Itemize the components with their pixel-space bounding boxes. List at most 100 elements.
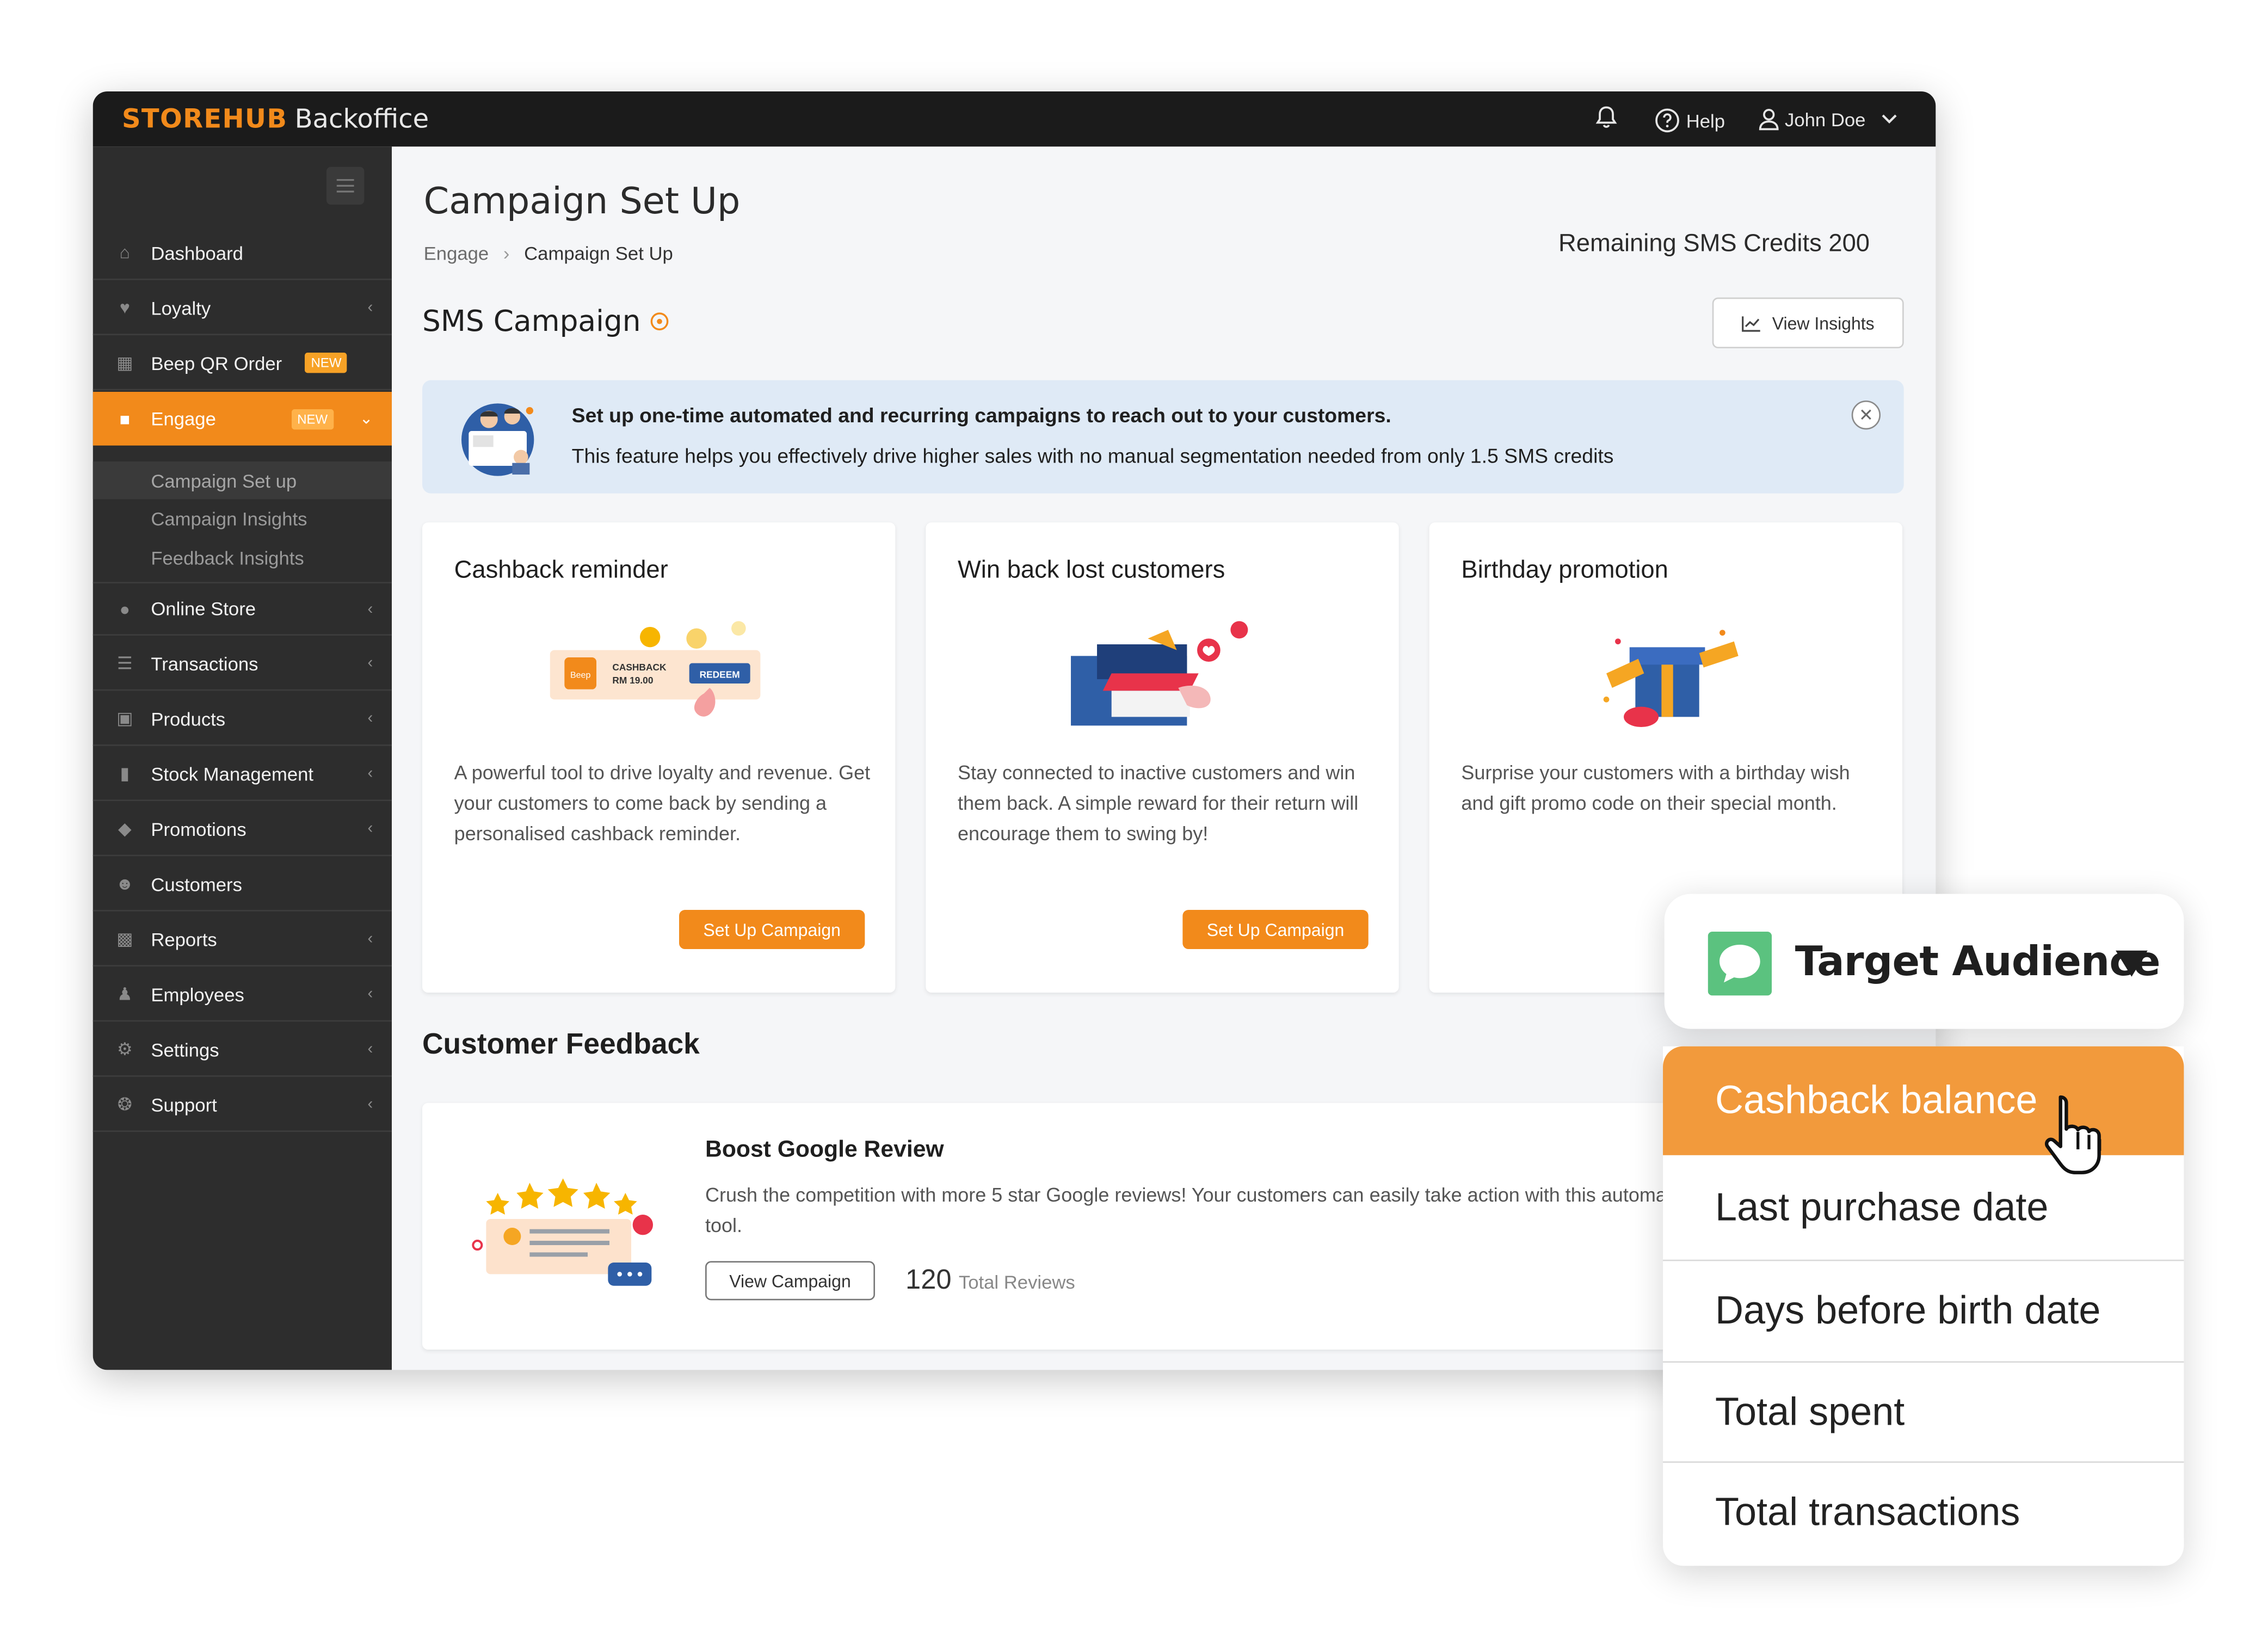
sidebar-item-products[interactable]: ▣ Products ‹: [93, 692, 392, 746]
sidebar-item-reports[interactable]: ▩ Reports ‹: [93, 913, 392, 967]
help-link[interactable]: Help: [1654, 107, 1725, 133]
barcode-icon: ▮: [120, 763, 130, 784]
sidebar-item-label: Employees: [151, 983, 244, 1005]
customer-feedback-heading: Customer Feedback: [422, 1029, 700, 1061]
card-title: Win back lost customers: [958, 556, 1225, 584]
sidebar-item-label: Settings: [151, 1038, 219, 1061]
banner-title: Set up one-time automated and recurring …: [571, 403, 1391, 427]
sidebar-item-dashboard[interactable]: ⌂ Dashboard: [93, 226, 392, 280]
breadcrumb-chevron-icon: ›: [503, 242, 510, 264]
sidebar-item-label: Transactions: [151, 652, 258, 674]
sidebar-item-settings[interactable]: ⚙ Settings ‹: [93, 1023, 392, 1077]
chevron-left-icon: ‹: [367, 654, 373, 672]
storehub-logo[interactable]: STOREHUB Backoffice: [122, 104, 429, 135]
chevron-left-icon: ‹: [367, 299, 373, 317]
sidebar-item-engage[interactable]: ■ Engage NEW ⌄: [93, 392, 392, 446]
breadcrumb-engage[interactable]: Engage: [424, 242, 489, 264]
review-count-label: Total Reviews: [958, 1271, 1075, 1294]
chevron-left-icon: ‹: [367, 820, 373, 838]
sidebar: ⌂ Dashboard ♥ Loyalty ‹ ▦ Beep QR Order NEW ■…: [93, 146, 392, 1370]
chevron-left-icon: ‹: [367, 930, 373, 948]
sidebar-item-employees[interactable]: ♟ Employees ‹: [93, 968, 392, 1022]
sidebar-item-transactions[interactable]: ☰ Transactions ‹: [93, 637, 392, 691]
sidebar-item-label: Reports: [151, 928, 217, 950]
sidebar-item-online-store[interactable]: ● Online Store ‹: [93, 582, 392, 636]
review-count: 120: [905, 1265, 952, 1296]
card-description: Surprise your customers with a birthday …: [1461, 762, 1850, 815]
sidebar-item-label: Support: [151, 1093, 217, 1116]
total-reviews: 120 Total Reviews: [905, 1265, 1075, 1297]
notification-bell-icon[interactable]: [1595, 104, 1618, 131]
feedback-description: Crush the competition with more 5 star G…: [705, 1184, 1694, 1237]
svg-text:REDEEM: REDEEM: [700, 669, 740, 680]
chevron-down-icon: ⌄: [359, 410, 373, 428]
person-icon: ♟: [116, 984, 133, 1005]
sms-campaign-title: SMS Campaign: [422, 303, 641, 338]
gift-illustration-icon: [1603, 630, 1739, 728]
view-campaign-button[interactable]: View Campaign: [705, 1261, 876, 1301]
feedback-title: Boost Google Review: [705, 1137, 944, 1163]
logo-text: STOREHUB: [122, 104, 288, 136]
set-up-campaign-button[interactable]: Set Up Campaign: [679, 910, 865, 950]
page-title: Campaign Set Up: [423, 180, 741, 223]
cashback-illustration-icon: Beep CASHBACK RM 19.00 REDEEM: [550, 621, 761, 717]
heart-icon: ♥: [119, 297, 130, 318]
set-up-campaign-button[interactable]: Set Up Campaign: [1182, 910, 1369, 950]
review-illustration-icon: [472, 1178, 654, 1286]
chevron-left-icon: ‹: [367, 1095, 373, 1113]
line-chart-icon: [1742, 316, 1761, 331]
info-icon[interactable]: [650, 311, 669, 330]
view-insights-label: View Insights: [1772, 312, 1875, 334]
submenu-feedback-insights[interactable]: Feedback Insights: [93, 538, 392, 576]
users-icon: ☻: [115, 873, 134, 894]
sidebar-item-label: Engage: [151, 408, 216, 430]
sidebar-item-promotions[interactable]: ◆ Promotions ‹: [93, 803, 392, 857]
close-icon[interactable]: ✕: [1851, 401, 1881, 430]
team-illustration-icon: [461, 403, 534, 476]
sidebar-item-label: Products: [151, 707, 226, 730]
storefront-illustration-icon: [1071, 621, 1248, 726]
sidebar-item-label: Stock Management: [151, 762, 314, 785]
sidebar-item-label: Beep QR Order: [151, 352, 282, 374]
user-name: John Doe: [1785, 108, 1866, 130]
option-days-before-birth-date[interactable]: Days before birth date: [1663, 1261, 2184, 1363]
user-icon: [1759, 109, 1779, 131]
info-banner: Set up one-time automated and recurring …: [422, 380, 1904, 494]
breadcrumb-current: Campaign Set Up: [524, 242, 673, 264]
chat-icon: ■: [119, 408, 131, 429]
option-total-spent[interactable]: Total spent: [1663, 1363, 2184, 1463]
menu-toggle-icon[interactable]: [326, 167, 365, 205]
win-back-card: Win back lost customers Stay connected t…: [926, 522, 1399, 993]
sidebar-item-label: Dashboard: [151, 242, 243, 264]
submenu-campaign-insights[interactable]: Campaign Insights: [93, 499, 392, 537]
view-insights-button[interactable]: View Insights: [1712, 297, 1904, 349]
sidebar-item-loyalty[interactable]: ♥ Loyalty ‹: [93, 281, 392, 336]
gear-icon: ⚙: [116, 1039, 133, 1060]
cashback-reminder-card: Cashback reminder Beep CASHBACK RM 19.00…: [422, 522, 896, 993]
hand-cursor-icon: [2045, 1095, 2101, 1174]
cart-icon: ▣: [116, 708, 133, 729]
support-icon: ❂: [117, 1094, 132, 1115]
target-audience-dropdown[interactable]: Target Audience: [1664, 894, 2184, 1029]
list-icon: ☰: [116, 653, 133, 674]
chart-icon: ▩: [116, 928, 133, 950]
user-menu[interactable]: John Doe: [1759, 107, 1897, 131]
new-badge: NEW: [305, 353, 348, 373]
banner-text: This feature helps you effectively drive…: [571, 444, 1614, 467]
svg-text:RM 19.00: RM 19.00: [612, 675, 653, 686]
sidebar-item-customers[interactable]: ☻ Customers: [93, 858, 392, 912]
sidebar-item-beep-qr-order[interactable]: ▦ Beep QR Order NEW: [93, 337, 392, 391]
sidebar-item-label: Promotions: [151, 817, 246, 840]
chat-bubble-icon: [1708, 932, 1772, 996]
sidebar-item-label: Loyalty: [151, 297, 211, 319]
chevron-left-icon: ‹: [367, 985, 373, 1003]
sidebar-item-stock-management[interactable]: ▮ Stock Management ‹: [93, 747, 392, 802]
card-title: Birthday promotion: [1461, 556, 1668, 584]
sms-credits: Remaining SMS Credits 200: [1558, 229, 1870, 257]
sidebar-item-support[interactable]: ❂ Support ‹: [93, 1078, 392, 1132]
breadcrumb: Engage › Campaign Set Up: [424, 242, 673, 264]
submenu-campaign-set-up[interactable]: Campaign Set up: [93, 461, 392, 500]
card-description: Stay connected to inactive customers and…: [958, 762, 1359, 845]
target-audience-label: Target Audience: [1795, 937, 2161, 986]
option-total-transactions[interactable]: Total transactions: [1663, 1463, 2184, 1561]
